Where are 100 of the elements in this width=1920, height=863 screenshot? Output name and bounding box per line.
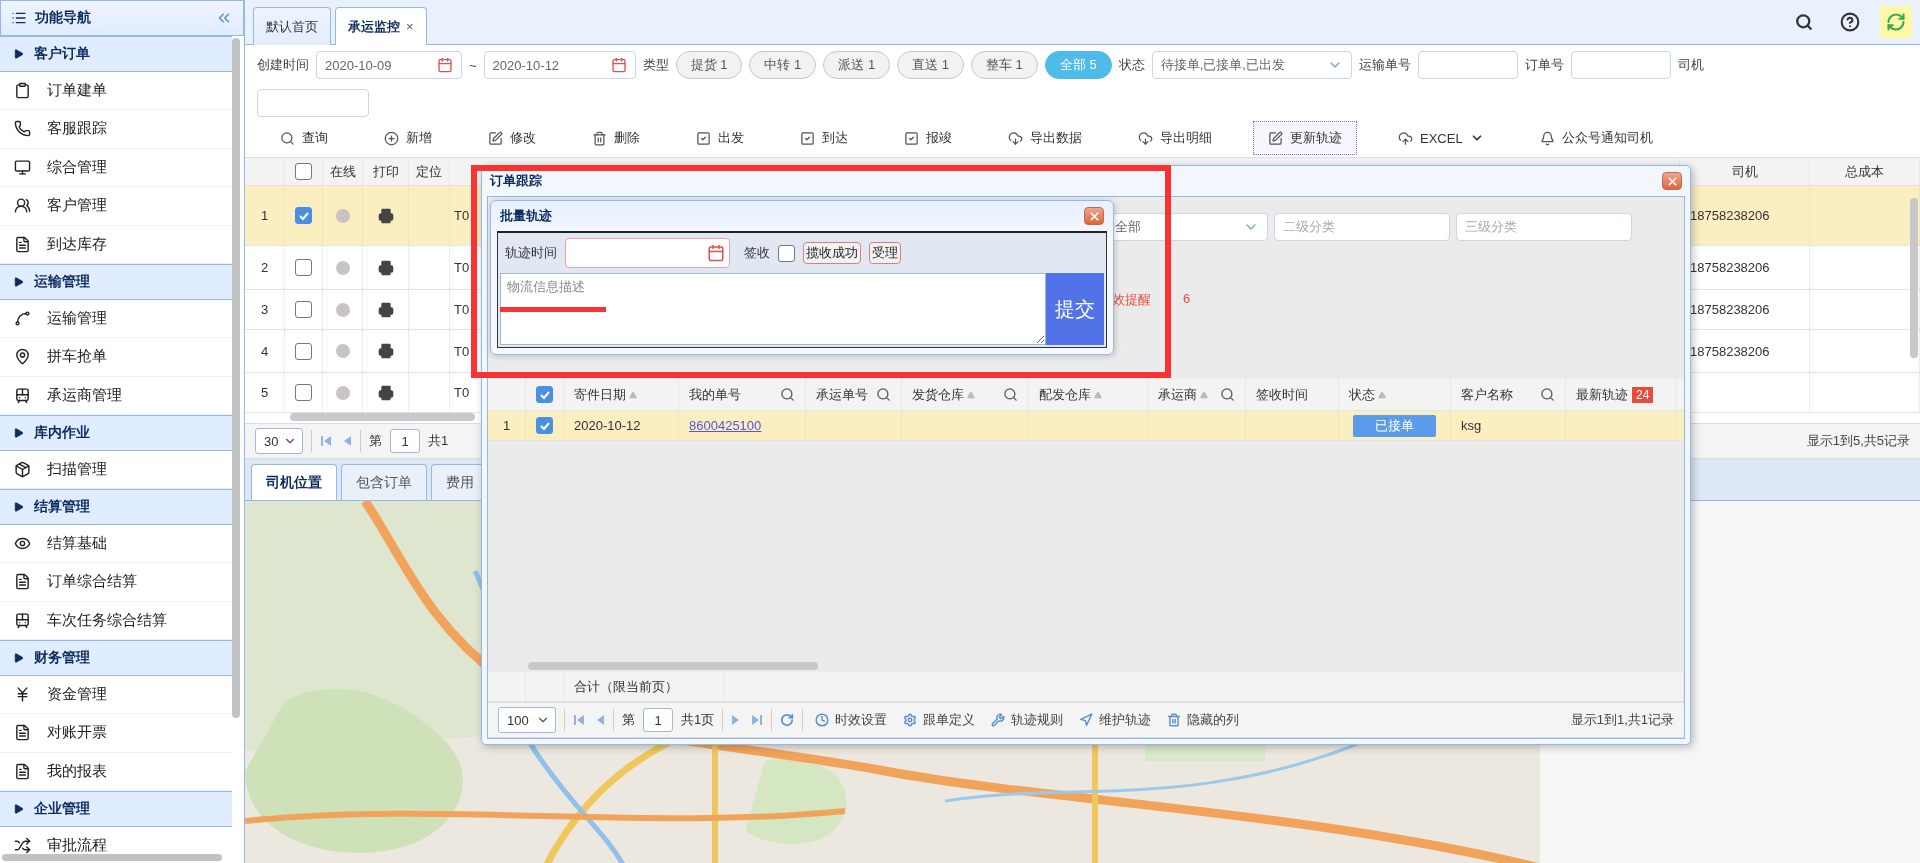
toolbar-button[interactable]: 导出明细 [1123, 121, 1227, 155]
nav-group[interactable]: 库内作业 [0, 415, 232, 451]
filter-chip[interactable]: 派送 1 [823, 51, 891, 79]
pager-action[interactable]: 跟单定义 [899, 711, 980, 729]
sidebar-title: 功能导航 [35, 9, 92, 27]
header-cell[interactable]: 发货仓库 [902, 379, 1029, 410]
table-cell: T0 [454, 260, 470, 275]
order-link[interactable]: 8600425100 [689, 418, 762, 433]
column-header: 承运单号 [816, 385, 868, 404]
table-cell: ksg [1461, 418, 1482, 433]
date-field[interactable]: 2020-10-09 [316, 51, 462, 79]
table-cell: T0 [454, 343, 470, 359]
nav-group[interactable]: 结算管理 [0, 489, 232, 525]
column-header: 司机 [1731, 162, 1758, 181]
table-cell: 18758238206 [1690, 343, 1770, 359]
count-badge: 24 [1632, 386, 1654, 403]
toolbar-button[interactable]: 到达 [785, 121, 863, 155]
tab[interactable]: 包含订单 [341, 464, 427, 500]
header-cell[interactable]: 配发仓库 [1029, 379, 1148, 410]
column-header: 定位 [416, 162, 442, 181]
header-cell[interactable]: 签收时间 [1246, 379, 1339, 410]
table-cell: T0 [454, 385, 470, 400]
page-size-select[interactable]: 100 [498, 707, 556, 733]
nav-item[interactable]: 对账开票 [0, 714, 232, 753]
pager-action[interactable]: 维护轨迹 [1075, 711, 1156, 729]
nav-group[interactable]: 企业管理 [0, 791, 232, 827]
table-row[interactable]: 1 2020-10-12 8600425100 已接单 ksg [488, 411, 1684, 441]
filter-chip[interactable]: 整车 1 [970, 51, 1038, 79]
tab[interactable]: 默认首页 [253, 7, 331, 45]
column-header: 在线 [329, 162, 356, 181]
row-number: 1 [502, 418, 511, 433]
table-cell: 18758238206 [1690, 302, 1770, 317]
record-summary: 显示1到5,共5记录 [1806, 432, 1910, 450]
row-number: 4 [260, 343, 269, 359]
row-number: 5 [260, 385, 269, 400]
header-cell[interactable]: 状态 [1339, 379, 1451, 410]
filter-chip[interactable]: 中转 1 [749, 51, 817, 79]
tab[interactable]: 承运监控 × [335, 7, 427, 45]
column-header: 打印 [372, 162, 399, 181]
toolbar-button[interactable]: 导出数据 [993, 121, 1097, 155]
toolbar-button[interactable]: 修改 [473, 121, 551, 155]
table-cell: 18758238206 [1690, 208, 1770, 223]
date-field[interactable]: 2020-10-12 [483, 51, 636, 79]
toolbar-button[interactable]: 删除 [577, 121, 655, 155]
pager-action[interactable]: 隐藏的列 [1163, 711, 1244, 729]
dialog-title: 订单跟踪 [490, 172, 542, 190]
quick-button[interactable]: 受理 [869, 242, 901, 264]
field-label: 轨迹时间 [505, 244, 557, 262]
nav-group[interactable]: 客户订单 [0, 36, 232, 72]
column-header: 承运商 [1158, 385, 1197, 404]
table-cell: 2020-10-12 [574, 418, 641, 433]
column-header: 签收时间 [1256, 385, 1308, 404]
table-cell: T0 [454, 208, 470, 223]
page-total: 共1页 [681, 711, 715, 729]
field-label: 司机 [1677, 56, 1704, 74]
row-number: 1 [260, 208, 269, 223]
field-label: 签收 [744, 244, 770, 262]
column-header: 我的单号 [689, 385, 741, 404]
column-header: 最新轨迹 [1576, 385, 1628, 404]
submit-button[interactable]: 提交 [1046, 273, 1104, 345]
header-cell[interactable]: 承运商 [1148, 379, 1246, 410]
toolbar-button[interactable]: EXCEL [1383, 121, 1499, 155]
status-select[interactable]: 待接单,已接单,已出发 [1151, 51, 1352, 79]
header-cell[interactable]: 寄件日期 [564, 379, 679, 410]
toolbar-button[interactable]: 出发 [681, 121, 759, 155]
page-size-select[interactable]: 30 [255, 428, 303, 454]
toolbar-button[interactable]: 更新轨迹 [1253, 121, 1357, 155]
toolbar-button[interactable]: 查询 [265, 121, 343, 155]
column-header: 总成本 [1845, 162, 1884, 181]
tab[interactable]: 司机位置 [251, 464, 337, 500]
header-cell[interactable]: 承运单号 [806, 379, 902, 410]
nav-group[interactable]: 运输管理 [0, 264, 232, 300]
record-summary: 显示1到1,共1记录 [1570, 711, 1674, 729]
dialog-title: 批量轨迹 [500, 207, 552, 225]
toolbar-button[interactable]: 报竣 [889, 121, 967, 155]
toolbar-button[interactable]: 新增 [369, 121, 447, 155]
alert-count: 6 [1183, 291, 1191, 308]
quick-button[interactable]: 揽收成功 [803, 242, 861, 264]
toolbar-button[interactable]: 公众号通知司机 [1524, 121, 1668, 155]
column-header: 发货仓库 [912, 385, 964, 404]
filter-chip[interactable]: 直送 1 [897, 51, 964, 79]
field-label: 创建时间 [257, 56, 309, 74]
page-total: 共1 [428, 432, 449, 450]
total-label: 合计（限当前页） [574, 677, 678, 696]
nav-group[interactable]: 财务管理 [0, 640, 232, 676]
status-badge: 已接单 [1353, 414, 1436, 437]
range-separator: ~ [469, 57, 477, 73]
page-input[interactable]: 1 [643, 708, 673, 732]
header-cell[interactable]: 最新轨迹 24 [1566, 379, 1676, 410]
filter-chip[interactable]: 提货 1 [675, 51, 743, 79]
header-cell[interactable]: 客户名称 [1451, 379, 1566, 410]
description-field[interactable]: 物流信息描述 [500, 273, 1046, 345]
field-label: 运输单号 [1358, 56, 1411, 74]
column-header: 状态 [1349, 385, 1375, 404]
pager-action[interactable]: 时效设置 [811, 711, 892, 729]
pager-action[interactable]: 轨迹规则 [987, 711, 1068, 729]
close-icon[interactable]: × [406, 19, 414, 34]
row-number: 2 [260, 260, 269, 275]
header-cell[interactable]: 我的单号 [679, 379, 806, 410]
page-input[interactable]: 1 [390, 429, 420, 453]
